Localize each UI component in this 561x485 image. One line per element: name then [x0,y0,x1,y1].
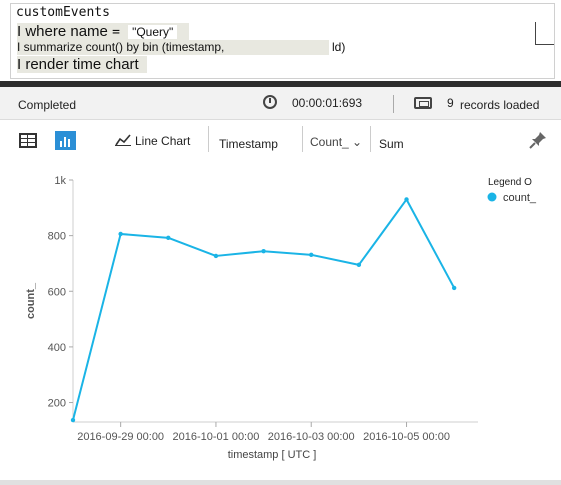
y-axis-title: count_ [25,282,37,319]
y-tick-label: 800 [48,231,66,243]
legend-label: count_ [503,192,537,204]
record-count: 9 [447,96,454,110]
y-tick-label: 600 [48,286,66,298]
x-tick-label: 2016-10-03 00:00 [268,431,355,443]
data-point [166,235,171,241]
chart-type-dropdown[interactable]: Line Chart [135,134,190,148]
editor-scroll-corner [535,22,554,45]
data-point [213,253,219,259]
status-bar: Completed 00:00:01:693 9 records loaded [0,87,561,120]
where-clause: I where name [17,23,108,40]
table-icon[interactable] [19,133,37,148]
results-toolbar: Line Chart Timestamp Count_ ⌄ Sum [0,120,561,160]
line-chart-icon[interactable] [115,134,131,146]
aggregation-select[interactable]: Sum [379,137,404,151]
pin-icon[interactable] [528,130,548,150]
data-point [70,417,76,423]
line-chart: 200 400 600 800 1k 2016-09-29 00:00 2016-10-01… [0,160,561,480]
y-axis-field-select[interactable]: Count_ ⌄ [310,135,362,149]
query-status: Completed [18,98,77,112]
records-loaded-label: records loaded [460,98,540,112]
chevron-down-icon: ⌄ [352,135,363,149]
records-icon [414,97,432,109]
y-tick-label: 200 [48,398,66,410]
data-point [356,262,362,268]
y-tick-label: 400 [48,342,66,354]
summarize-tail: ld) [329,40,349,55]
elapsed-time: 00:00:01:693 [292,96,363,110]
data-point [261,249,266,254]
query-line-where[interactable]: I where name = "Query" [17,23,190,40]
bottom-border [0,480,561,485]
series-line [72,198,456,421]
toolbar-separator [208,126,209,152]
summarize-clause: I summarize count() by bin (timestamp, [17,40,225,54]
query-line-render[interactable]: I render time chart [17,56,147,73]
x-tick-label: 2016-10-01 00:00 [173,431,260,443]
toolbar-separator [302,126,303,152]
equals-operator: = [112,25,120,40]
where-value: "Query" [128,25,178,39]
data-point [404,197,409,202]
x-axis-field-select[interactable]: Timestamp [219,137,278,151]
data-point [309,252,314,258]
query-editor[interactable]: customEvents I where name = "Query" I su… [10,3,555,79]
query-line-table[interactable]: customEvents [16,5,110,20]
data-point [451,285,457,291]
status-separator [393,95,394,113]
toolbar-separator [370,126,371,152]
legend-title: Legend O [488,177,532,188]
x-tick-label: 2016-09-29 00:00 [77,431,164,443]
query-line-summarize[interactable]: I summarize count() by bin (timestamp, l… [17,40,349,55]
data-point [118,231,123,237]
x-axis-title: timestamp [ UTC ] [228,449,317,461]
y-tick-label: 1k [54,175,66,187]
timer-icon [263,95,277,109]
x-tick-label: 2016-10-05 00:00 [363,431,450,443]
bar-chart-icon[interactable] [55,131,76,150]
chart-canvas: 200 400 600 800 1k 2016-09-29 00:00 2016-10-01… [25,175,537,461]
legend-marker [487,192,497,202]
